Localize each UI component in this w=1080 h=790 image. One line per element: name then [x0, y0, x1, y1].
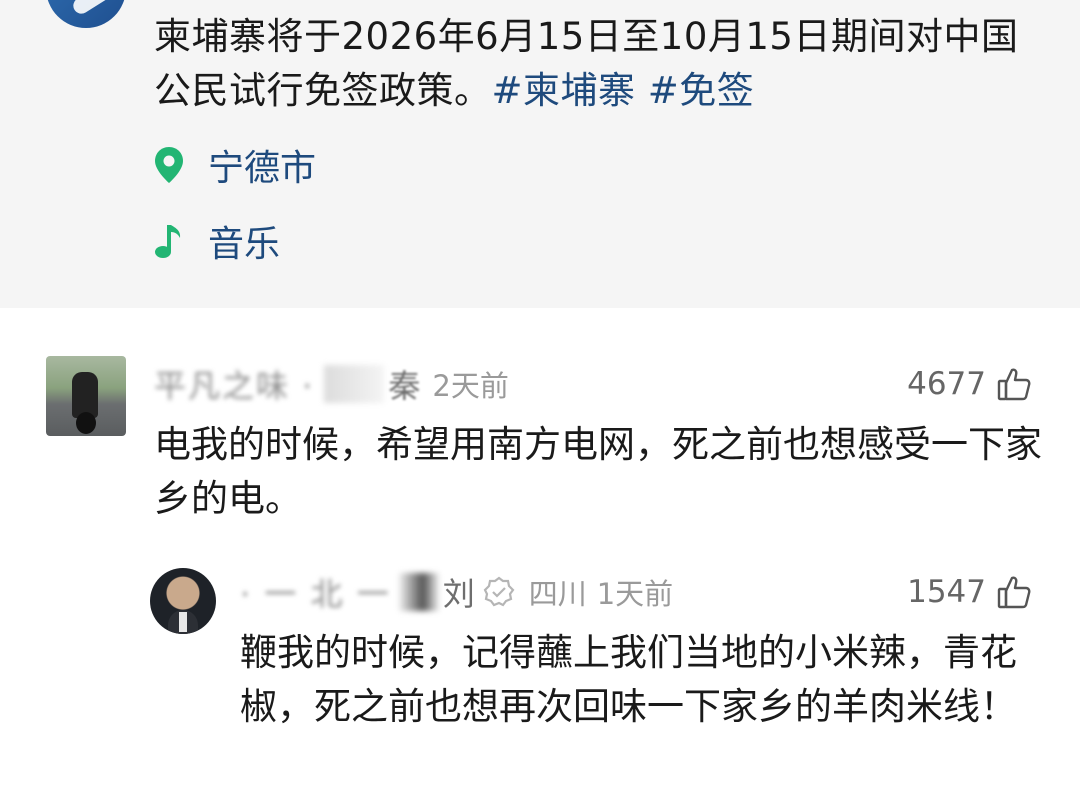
avatar-collar [179, 612, 187, 632]
thumbs-up-icon [996, 365, 1034, 403]
commenter-name[interactable]: 平凡之味 · [154, 361, 314, 407]
verified-badge-icon [483, 575, 517, 609]
hashtag-visa-free[interactable]: #免签 [648, 69, 755, 112]
comment-header: 平凡之味 · 秦 2天前 [154, 362, 509, 406]
thumbs-up-icon [996, 573, 1034, 611]
reply-header: · 一 北 一 刘 四川 1天前 [240, 570, 673, 614]
comment-text: 电我的时候，希望用南方电网，死之前也想感受一下家乡的电。 [154, 423, 1042, 520]
commenter-avatar[interactable] [46, 356, 126, 436]
location-label: 宁德市 [208, 148, 317, 189]
replier-name[interactable]: · 一 北 一 [240, 569, 391, 615]
avatar-wheel [76, 412, 96, 434]
replier-avatar[interactable] [150, 568, 216, 634]
post-text: 柬埔寨将于2026年6月15日至10月15日期间对中国公民试行免签政策。#柬埔寨… [154, 10, 1054, 118]
reply-location: 四川 [528, 577, 587, 611]
reply-text: 鞭我的时候，记得蘸上我们当地的小米辣，青花椒，死之前也想再次回味一下家乡的羊肉米… [240, 631, 1017, 728]
like-button[interactable]: 4677 [907, 362, 1034, 406]
location-pin-icon [154, 145, 194, 185]
music-label: 音乐 [208, 224, 281, 265]
comment-time: 2天前 [432, 369, 509, 403]
like-count: 4677 [907, 366, 986, 402]
hashtag-cambodia[interactable]: #柬埔寨 [492, 69, 636, 112]
like-button[interactable]: 1547 [907, 570, 1034, 614]
author-avatar[interactable] [46, 0, 126, 28]
music-note-icon [154, 221, 194, 261]
name-redaction [398, 573, 439, 611]
location-row[interactable]: 宁德市 [154, 142, 317, 189]
reply-time: 1天前 [596, 577, 674, 611]
name-redaction [324, 365, 385, 403]
post-card: 柬埔寨将于2026年6月15日至10月15日期间对中国公民试行免签政策。#柬埔寨… [0, 0, 1080, 308]
like-count: 1547 [907, 574, 986, 610]
replier-name-tail: 刘 [442, 575, 475, 613]
music-row[interactable]: 音乐 [154, 218, 281, 265]
commenter-name-tail: 秦 [388, 367, 421, 405]
